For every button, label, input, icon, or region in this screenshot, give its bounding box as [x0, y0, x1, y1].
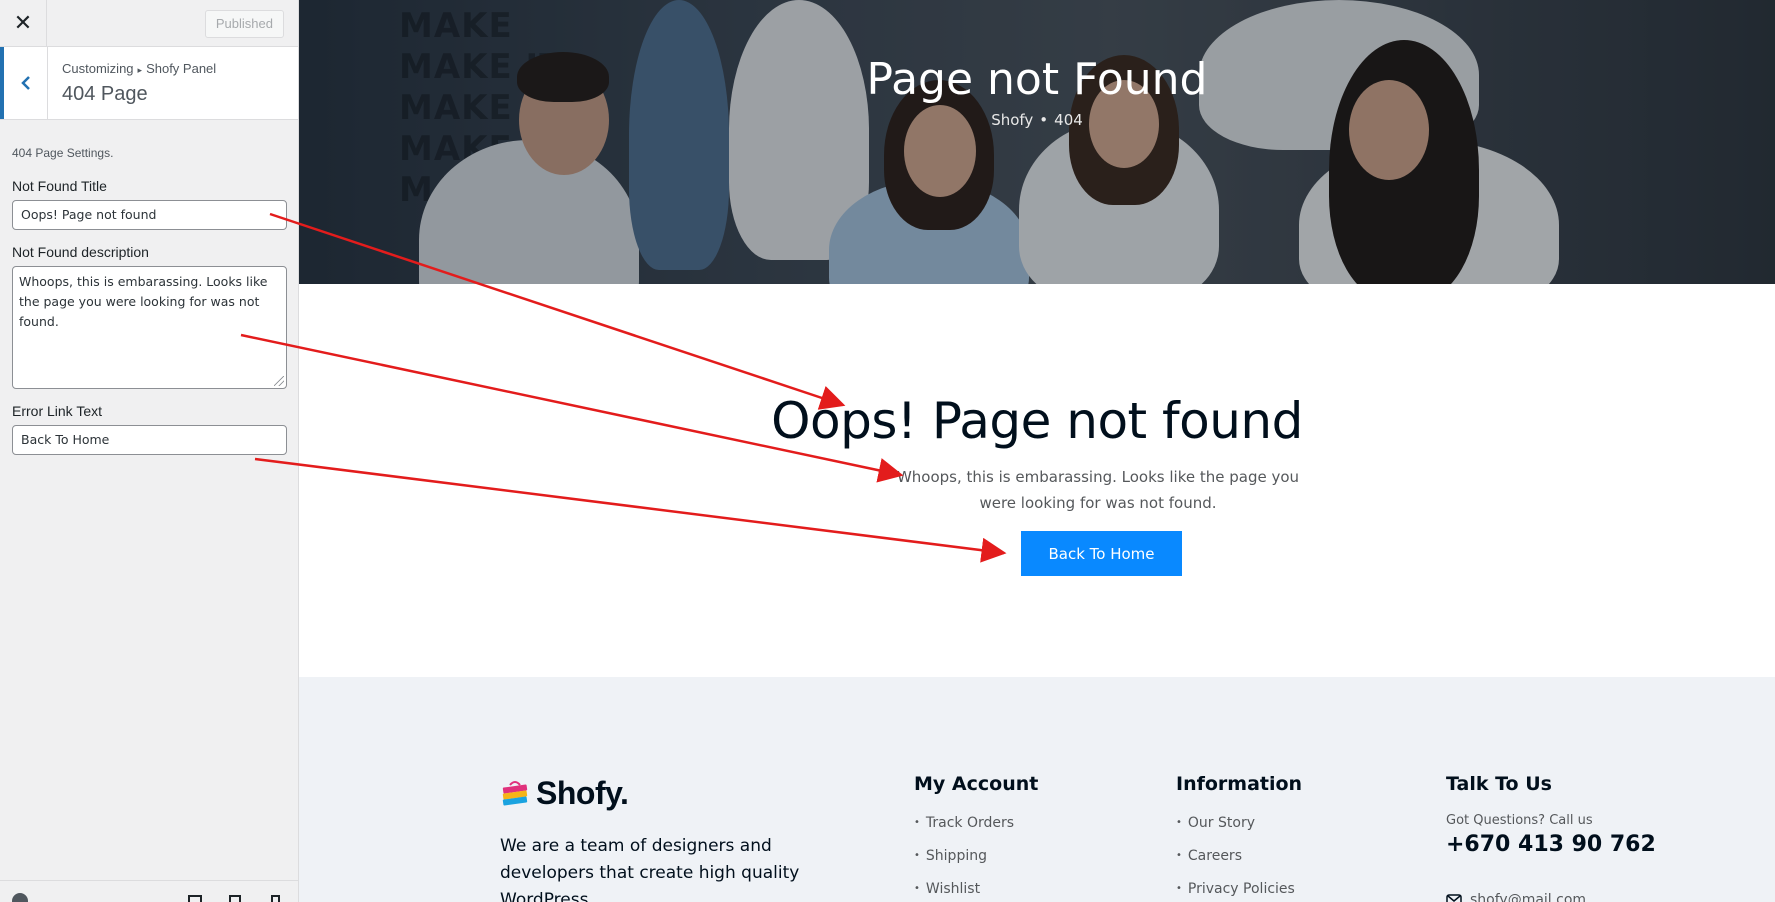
footer-logo[interactable]: Shofy.: [500, 775, 629, 812]
close-icon[interactable]: ✕: [0, 0, 47, 46]
not-found-heading: Oops! Page not found: [771, 392, 1303, 450]
panel-body: 404 Page Settings. Not Found Title Oops!…: [0, 146, 298, 455]
footer-logo-text: Shofy.: [536, 775, 629, 811]
not-found-title-input[interactable]: Oops! Page not found: [12, 200, 287, 230]
breadcrumb: Customizing ▸ Shofy Panel: [62, 61, 216, 76]
footer-information-list: Our Story Careers Privacy Policies: [1176, 815, 1295, 902]
footer-phone-number[interactable]: +670 413 90 762: [1446, 832, 1656, 857]
section-title: 404 Page: [62, 83, 148, 105]
footer-my-account-title: My Account: [914, 773, 1039, 795]
resize-handle-icon[interactable]: [274, 376, 284, 386]
mail-icon: [1446, 894, 1462, 902]
not-found-description-text: Whoops, this is embarassing. Looks like …: [19, 274, 268, 329]
customizer-sidebar: ✕ Published Customizing ▸ Shofy Panel 404 …: [0, 0, 299, 902]
settings-note: 404 Page Settings.: [12, 146, 114, 160]
footer-email[interactable]: shofy@mail.com: [1446, 892, 1586, 902]
published-button[interactable]: Published: [204, 10, 284, 38]
not-found-description: Whoops, this is embarassing. Looks like …: [896, 468, 1300, 512]
hero-title: Page not Found: [866, 54, 1208, 105]
footer-about-text: We are a team of designers and developer…: [500, 836, 800, 902]
desktop-preview-icon[interactable]: [188, 895, 202, 902]
footer-talk-question: Got Questions? Call us: [1446, 813, 1593, 828]
breadcrumb-current: 404: [1054, 111, 1083, 129]
footer-link-wishlist[interactable]: Wishlist: [914, 881, 1014, 902]
not-found-description-label: Not Found description: [12, 244, 149, 260]
breadcrumb-home-link[interactable]: Shofy: [991, 111, 1033, 129]
footer-link-our-story[interactable]: Our Story: [1176, 815, 1295, 848]
footer-talk-title: Talk To Us: [1446, 773, 1552, 795]
customizer-footer: [0, 880, 298, 902]
footer-link-track-orders[interactable]: Track Orders: [914, 815, 1014, 848]
not-found-description-textarea[interactable]: Whoops, this is embarassing. Looks like …: [12, 266, 287, 389]
not-found-title-label: Not Found Title: [12, 178, 107, 194]
error-link-text-label: Error Link Text: [12, 403, 102, 419]
breadcrumb-root: Customizing: [62, 61, 134, 76]
hero-breadcrumb: Shofy • 404: [299, 111, 1775, 129]
hero-banner: MAKE MAKE IT MAKE IT MAKE IT MAKE IT Pag…: [299, 0, 1775, 284]
breadcrumb-separator-icon: ▸: [137, 65, 143, 75]
footer-link-shipping[interactable]: Shipping: [914, 848, 1014, 881]
breadcrumb-bullet: •: [1039, 111, 1049, 129]
footer-link-privacy-policies[interactable]: Privacy Policies: [1176, 881, 1295, 902]
footer-email-text: shofy@mail.com: [1470, 892, 1587, 902]
tablet-preview-icon[interactable]: [229, 895, 241, 902]
breadcrumb-parent: Shofy Panel: [146, 61, 217, 76]
mobile-preview-icon[interactable]: [271, 895, 280, 902]
customizer-topbar: ✕ Published: [0, 0, 298, 47]
hero-overlay: [299, 0, 1775, 284]
not-found-section: Oops! Page not found Whoops, this is emb…: [299, 284, 1775, 677]
shopping-bag-logo-icon: [500, 779, 530, 809]
hide-controls-icon: [12, 893, 28, 902]
section-header: Customizing ▸ Shofy Panel 404 Page: [0, 47, 298, 120]
error-link-text-input[interactable]: Back To Home: [12, 425, 287, 455]
footer-my-account-list: Track Orders Shipping Wishlist: [914, 815, 1014, 902]
site-footer: Shofy. We are a team of designers and de…: [299, 677, 1775, 902]
site-preview: MAKE MAKE IT MAKE IT MAKE IT MAKE IT Pag…: [299, 0, 1775, 902]
back-arrow-icon[interactable]: [0, 47, 48, 119]
footer-information-title: Information: [1176, 773, 1303, 795]
hide-controls-button[interactable]: [12, 893, 28, 902]
back-to-home-button[interactable]: Back To Home: [1021, 531, 1182, 576]
footer-link-careers[interactable]: Careers: [1176, 848, 1295, 881]
